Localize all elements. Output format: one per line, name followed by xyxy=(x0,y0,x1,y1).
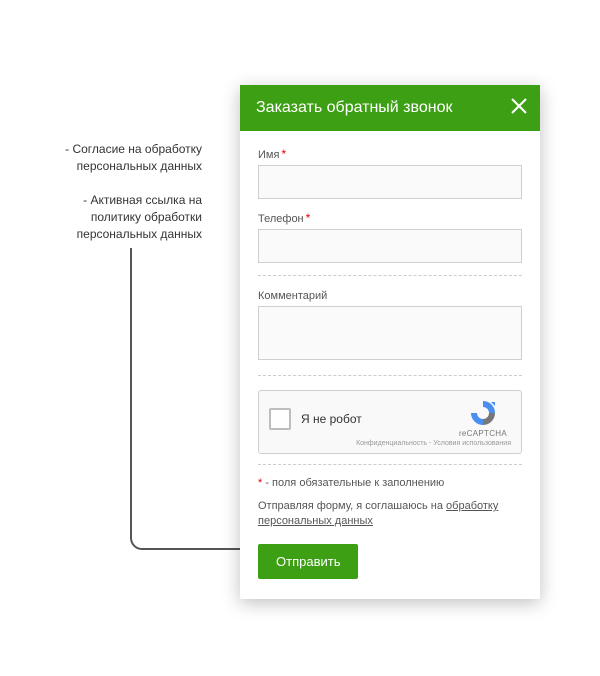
connector-line xyxy=(130,248,240,550)
divider xyxy=(258,464,522,465)
name-input[interactable] xyxy=(258,165,522,199)
recaptcha-brand: reCAPTCHA xyxy=(455,429,511,438)
close-icon[interactable] xyxy=(508,95,530,117)
recaptcha-checkbox[interactable] xyxy=(269,408,291,430)
field-comment: Комментарий xyxy=(258,290,522,363)
callback-modal: Заказать обратный звонок Имя* Телефон* xyxy=(240,85,540,599)
phone-input[interactable] xyxy=(258,229,522,263)
modal-title: Заказать обратный звонок xyxy=(256,99,452,116)
recaptcha-logo-icon xyxy=(469,399,497,427)
divider xyxy=(258,375,522,376)
field-comment-label: Комментарий xyxy=(258,290,522,302)
comment-input[interactable] xyxy=(258,306,522,360)
field-phone: Телефон* xyxy=(258,211,522,263)
submit-button[interactable]: Отправить xyxy=(258,544,358,579)
field-phone-label: Телефон* xyxy=(258,211,522,225)
modal-body: Имя* Телефон* Комментарий xyxy=(240,131,540,599)
field-name: Имя* xyxy=(258,147,522,199)
annotation-consent: - Согласие на обработку персональных дан… xyxy=(32,141,202,175)
annotation-link: - Активная ссылка на политику обработки … xyxy=(42,192,202,242)
field-name-label: Имя* xyxy=(258,147,522,161)
divider xyxy=(258,275,522,276)
recaptcha-widget: Я не робот reCAPTCHA xyxy=(258,390,522,454)
consent-text: Отправляя форму, я соглашаюсь на обработ… xyxy=(258,499,522,530)
recaptcha-policy-text: Конфиденциальность - Условия использован… xyxy=(269,440,511,447)
recaptcha-label: Я не робот xyxy=(301,412,362,426)
modal-header: Заказать обратный звонок xyxy=(240,85,540,131)
required-note: * - поля обязательные к заполнению xyxy=(258,477,522,489)
